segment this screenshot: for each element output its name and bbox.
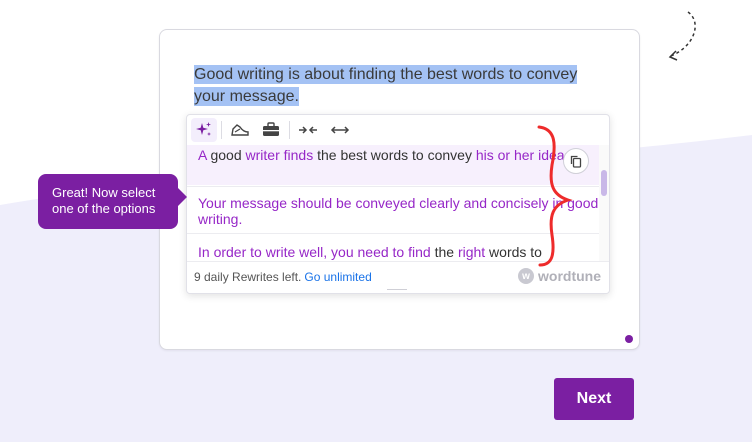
rewrite-option[interactable]: In order to write well, you need to find… xyxy=(187,235,599,263)
changed-text: right xyxy=(457,244,486,260)
panel-footer: 9 daily Rewrites left. Go unlimited w wor… xyxy=(187,261,609,293)
status-dot xyxy=(625,335,633,343)
tooltip-text: Great! Now select one of the options xyxy=(52,185,156,216)
shorten-icon[interactable] xyxy=(295,118,321,142)
toolbar-divider xyxy=(289,121,290,139)
wordtune-logo: w wordtune xyxy=(518,268,601,284)
rewrite-option[interactable]: Your message should be conveyed clearly … xyxy=(187,186,599,234)
unchanged-text: words to xyxy=(485,244,542,260)
changed-text: writer finds xyxy=(245,147,314,163)
next-button[interactable]: Next xyxy=(554,378,634,420)
sparkle-icon[interactable] xyxy=(191,118,217,142)
brand-name: wordtune xyxy=(538,268,601,284)
onboarding-tooltip: Great! Now select one of the options xyxy=(38,174,178,229)
changed-text: his or her ideas. xyxy=(475,147,576,163)
casual-icon[interactable] xyxy=(227,118,253,142)
wordtune-logo-icon: w xyxy=(518,268,534,284)
formal-icon[interactable] xyxy=(258,118,284,142)
selection-highlight: Good writing is about finding the best w… xyxy=(194,65,578,106)
go-unlimited-link[interactable]: Go unlimited xyxy=(304,270,371,284)
toolbar-divider xyxy=(221,121,222,139)
unchanged-text: the xyxy=(430,244,458,260)
unchanged-text: the best words to convey xyxy=(313,147,476,163)
rewrites-left-text: 9 daily Rewrites left. xyxy=(194,270,302,284)
scrollbar-thumb[interactable] xyxy=(601,170,607,196)
rewrites-counter: 9 daily Rewrites left. Go unlimited xyxy=(194,270,372,284)
selected-sentence[interactable]: Good writing is about finding the best w… xyxy=(194,64,594,108)
copy-icon[interactable] xyxy=(563,148,589,174)
expand-icon[interactable] xyxy=(327,118,353,142)
rewrite-toolbar xyxy=(187,115,609,146)
unchanged-text: good xyxy=(206,147,246,163)
resize-grip-icon[interactable] xyxy=(387,289,407,293)
changed-text: In order to write well, you need to find xyxy=(198,244,431,260)
rewrite-option[interactable]: A good writer finds the best words to co… xyxy=(187,145,599,185)
tooltip-arrow xyxy=(178,188,187,206)
changed-text: Your message should be conveyed clearly … xyxy=(198,195,599,227)
rewrite-panel: A good writer finds the best words to co… xyxy=(186,114,610,294)
scrollbar-track[interactable] xyxy=(599,145,609,263)
changed-text: A xyxy=(198,147,207,163)
